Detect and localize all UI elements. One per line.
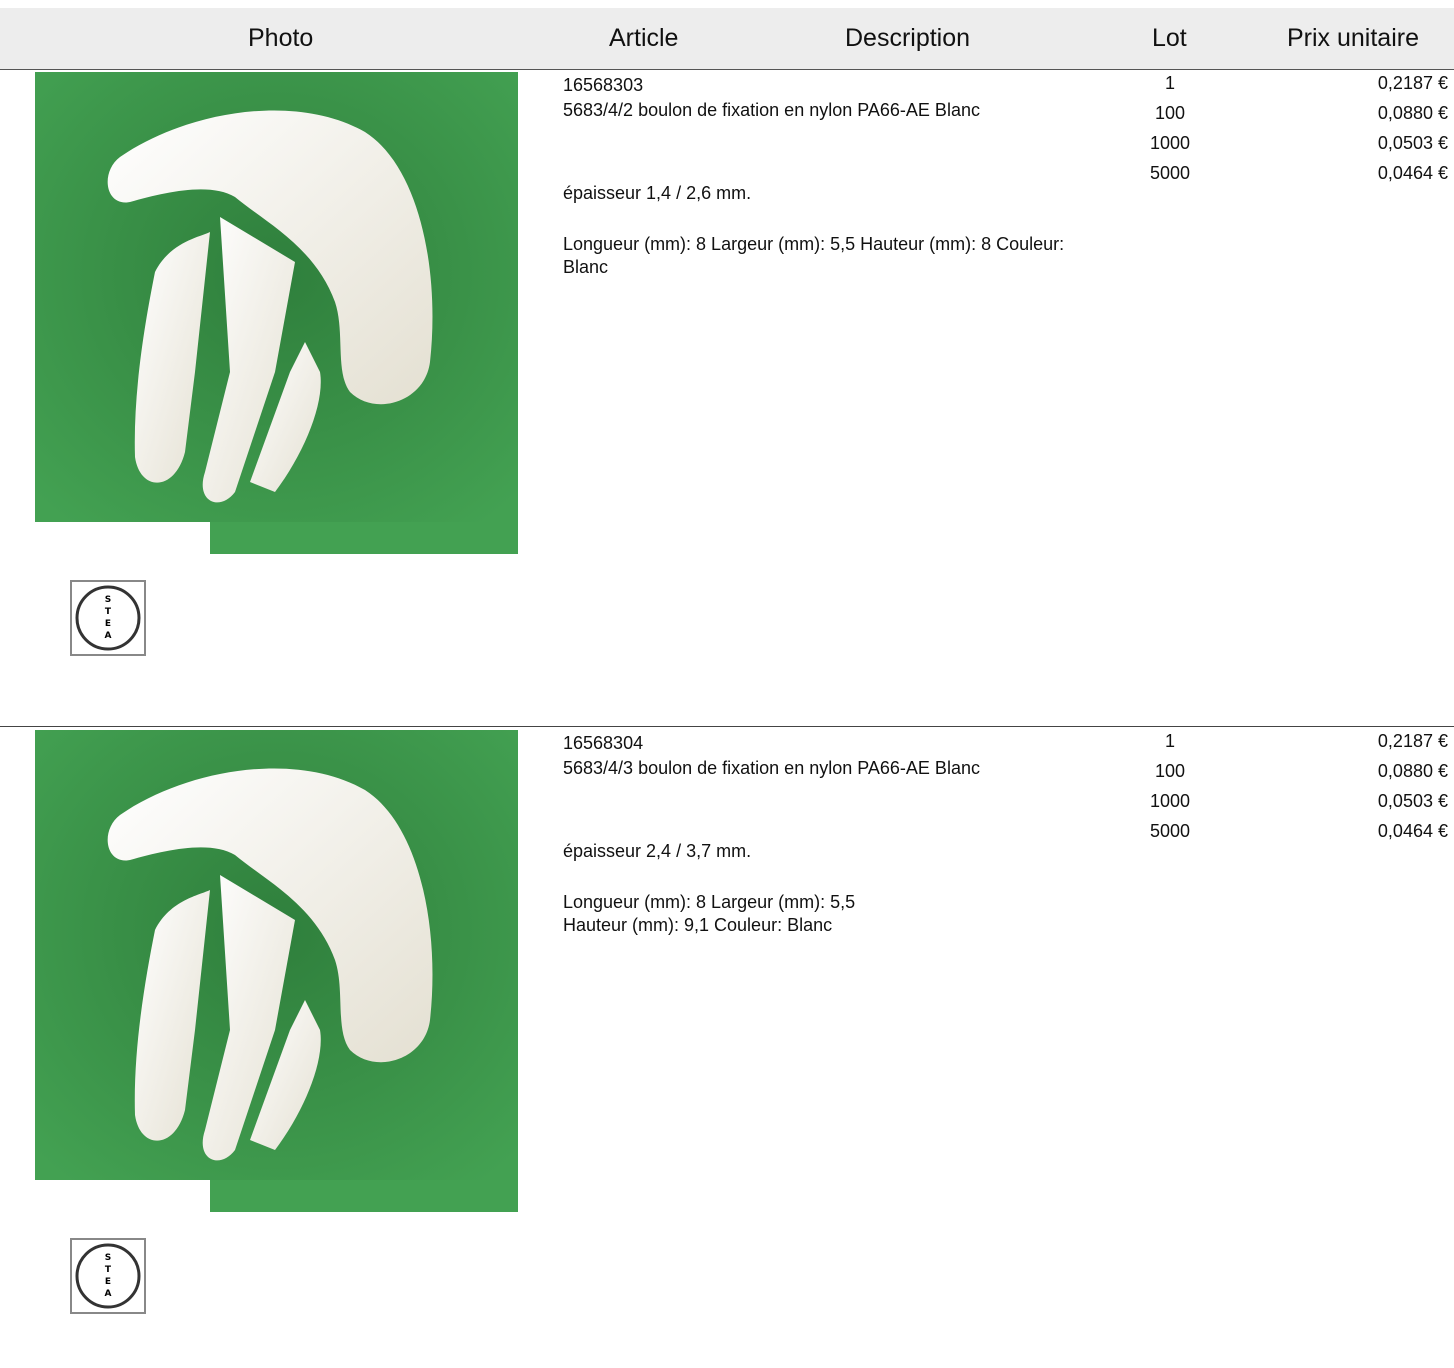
- unit-price: 0,0880 €: [1377, 103, 1448, 123]
- svg-text:A: A: [105, 631, 112, 641]
- header-article: Article: [609, 24, 679, 52]
- lot-quantity: 5000: [1149, 163, 1191, 183]
- unit-price: 0,0503 €: [1377, 133, 1448, 153]
- product-row: S T E A 16568303 5683/4/2 boulon de fixa…: [0, 70, 1454, 710]
- lot-quantity: 1: [1164, 73, 1175, 93]
- product-row: S T E A 16568304 5683/4/3 boulon de fixa…: [0, 728, 1454, 1368]
- table-header: Photo Article Description Lot Prix unita…: [0, 8, 1454, 70]
- row-separator: [0, 726, 1454, 727]
- svg-text:E: E: [105, 1277, 111, 1287]
- svg-text:T: T: [105, 607, 112, 617]
- svg-text:S: S: [105, 595, 111, 605]
- lot-quantity: 1000: [1149, 133, 1191, 153]
- article-name: 5683/4/2 boulon de fixation en nylon PA6…: [563, 100, 980, 120]
- svg-text:T: T: [105, 1265, 112, 1275]
- unit-price: 0,0880 €: [1377, 761, 1448, 781]
- article-name: 5683/4/3 boulon de fixation en nylon PA6…: [563, 758, 980, 778]
- header-photo: Photo: [248, 24, 314, 52]
- lot-quantity: 1000: [1149, 791, 1191, 811]
- svg-text:S: S: [105, 1253, 111, 1263]
- lot-quantity: 5000: [1149, 821, 1191, 841]
- unit-price: 0,2187 €: [1377, 731, 1448, 751]
- svg-text:E: E: [105, 619, 111, 629]
- header-lot: Lot: [1152, 24, 1187, 52]
- unit-price: 0,0464 €: [1377, 163, 1448, 183]
- product-photo[interactable]: [35, 730, 518, 1212]
- lot-quantity: 100: [1154, 761, 1186, 781]
- article-dimensions: Longueur (mm): 8 Largeur (mm): 5,5 Haute…: [563, 234, 1065, 277]
- stead-logo-icon: S T E A: [70, 580, 146, 656]
- lot-quantity: 1: [1164, 731, 1175, 751]
- header-description: Description: [845, 24, 971, 52]
- product-photo[interactable]: [35, 72, 518, 554]
- stead-logo-icon: S T E A: [70, 1238, 146, 1314]
- article-number: 16568304: [563, 733, 644, 753]
- unit-price: 0,2187 €: [1377, 73, 1448, 93]
- article-thickness: épaisseur 2,4 / 3,7 mm.: [563, 841, 752, 861]
- svg-text:A: A: [105, 1289, 112, 1299]
- lot-quantity: 100: [1154, 103, 1186, 123]
- header-prix-unitaire: Prix unitaire: [1287, 24, 1419, 52]
- unit-price: 0,0503 €: [1377, 791, 1448, 811]
- article-dimensions: Longueur (mm): 8 Largeur (mm): 5,5 Haute…: [563, 892, 856, 935]
- unit-price: 0,0464 €: [1377, 821, 1448, 841]
- article-number: 16568303: [563, 75, 644, 95]
- article-thickness: épaisseur 1,4 / 2,6 mm.: [563, 183, 752, 203]
